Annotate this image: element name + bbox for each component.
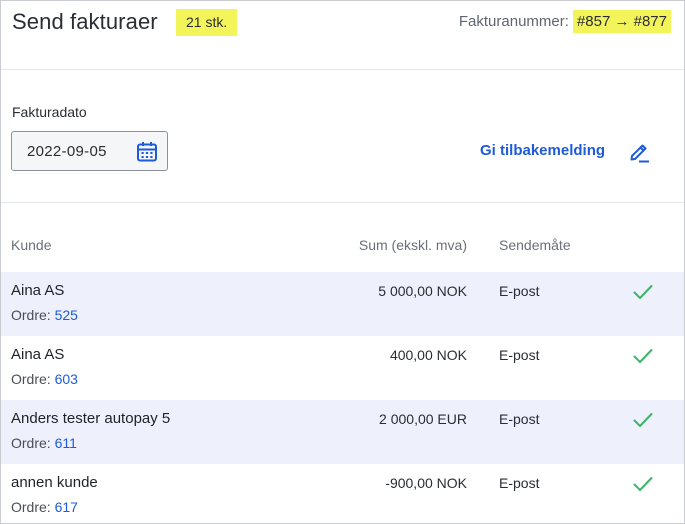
invoice-number-label: Fakturanummer: [458, 13, 569, 30]
order-number-link[interactable]: 611 [55, 435, 77, 451]
invoice-amount: 2 000,00 EUR [379, 411, 467, 427]
pencil-icon[interactable] [627, 141, 651, 163]
column-header-sum: Sum (ekskl. mva) [358, 237, 467, 253]
send-method: E-post [499, 283, 540, 299]
order-info: Ordre: 525 [11, 307, 78, 323]
page-title: Send fakturaer [12, 9, 158, 34]
invoice-amount: 5 000,00 NOK [378, 283, 467, 299]
panel-header: Send fakturaer 21 stk. Fakturanummer: #8… [1, 1, 684, 70]
invoice-date-label: Fakturadato [12, 104, 87, 120]
invoice-date-value: 2022-09-05 [27, 143, 107, 160]
invoice-range-value: #857 → #877 [572, 10, 671, 33]
send-method: E-post [499, 347, 540, 363]
send-method: E-post [499, 475, 540, 491]
order-info: Ordre: 617 [11, 499, 78, 515]
column-header-send-method: Sendemåte [499, 237, 571, 253]
order-label: Ordre: [11, 499, 51, 515]
invoice-number-range: Fakturanummer: #857 → #877 [459, 10, 671, 33]
table-row: annen kunde Ordre: 617 -900,00 NOK E-pos… [1, 464, 684, 523]
invoice-date-input[interactable]: 2022-09-05 [11, 131, 168, 171]
invoice-table: Kunde Sum (ekskl. mva) Sendemåte Aina AS… [1, 204, 684, 523]
check-icon [633, 285, 653, 299]
customer-name: Aina AS [11, 346, 65, 363]
order-number-link[interactable]: 617 [55, 499, 78, 515]
table-row: Aina AS Ordre: 603 400,00 NOK E-post [1, 336, 684, 400]
table-row: Anders tester autopay 5 Ordre: 611 2 000… [1, 400, 684, 464]
check-icon [633, 477, 653, 491]
invoice-count-badge: 21 stk. [176, 9, 238, 36]
order-label: Ordre: [11, 307, 51, 323]
customer-name: Aina AS [11, 282, 65, 299]
order-info: Ordre: 603 [11, 371, 78, 387]
invoice-amount: -900,00 NOK [385, 475, 467, 491]
order-number-link[interactable]: 525 [55, 307, 78, 323]
send-invoices-panel: Send fakturaer 21 stk. Fakturanummer: #8… [0, 0, 685, 524]
order-label: Ordre: [11, 435, 51, 451]
table-row: Aina AS Ordre: 525 5 000,00 NOK E-post [1, 272, 684, 336]
table-header: Kunde Sum (ekskl. mva) Sendemåte [1, 204, 684, 272]
order-label: Ordre: [11, 371, 51, 387]
give-feedback-link[interactable]: Gi tilbakemelding [480, 142, 605, 159]
customer-name: Anders tester autopay 5 [11, 410, 171, 427]
send-method: E-post [499, 411, 540, 427]
invoice-amount: 400,00 NOK [389, 347, 467, 363]
column-header-customer: Kunde [11, 237, 52, 253]
check-icon [633, 413, 653, 427]
check-icon [633, 349, 653, 363]
customer-name: annen kunde [11, 474, 98, 491]
order-number-link[interactable]: 603 [55, 371, 78, 387]
order-info: Ordre: 611 [11, 435, 77, 451]
calendar-icon[interactable] [136, 141, 158, 163]
invoice-date-section: Fakturadato 2022-09-05 Gi tilbakemelding [1, 71, 684, 203]
